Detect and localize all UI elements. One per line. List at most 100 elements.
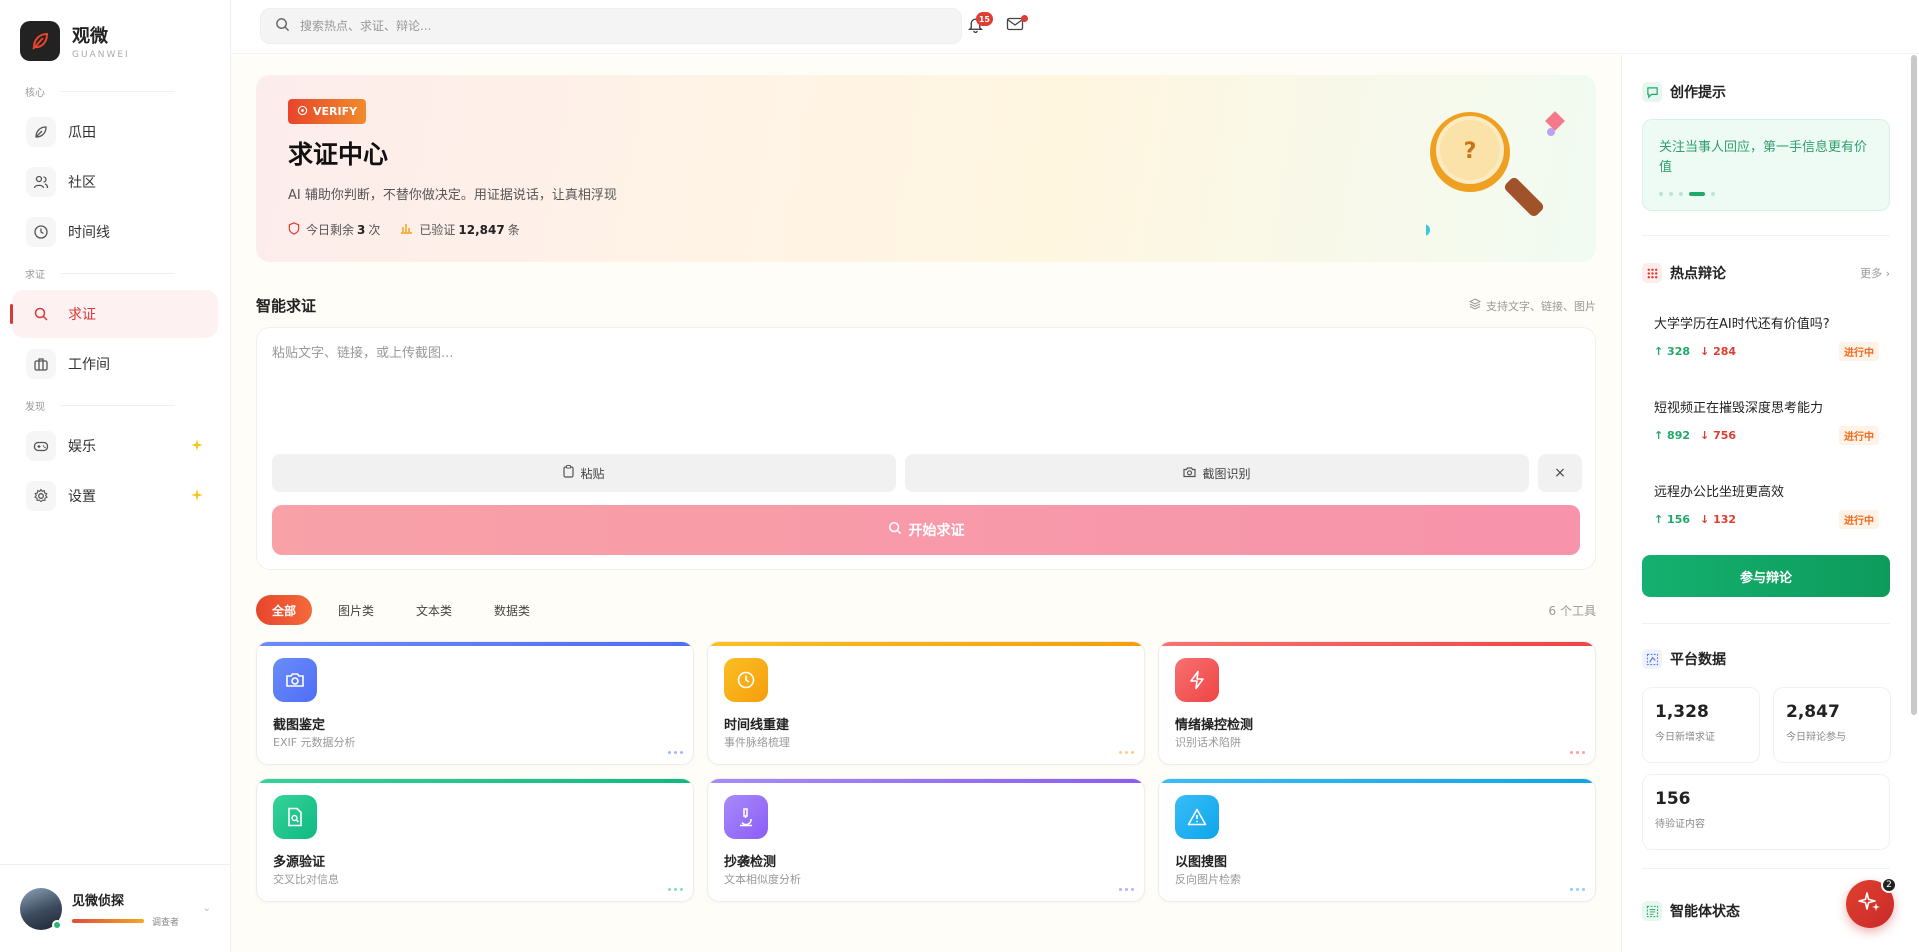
- debate-item[interactable]: 短视频正在摧毁深度思考能力 ↑ 892 ↓ 756 进行中: [1654, 397, 1879, 445]
- screenshot-ocr-label: 截图识别: [1202, 466, 1251, 481]
- search-icon: [275, 17, 290, 36]
- tip-carousel-dots[interactable]: [1659, 192, 1721, 196]
- debate-title: 大学学历在AI时代还有价值吗?: [1654, 317, 1830, 332]
- tab-data[interactable]: 数据类: [478, 595, 546, 625]
- tool-card-emotion-manipulation[interactable]: 情绪操控检测 识别话术陷阱: [1158, 641, 1596, 765]
- nav-item-label: 设置: [68, 489, 96, 505]
- lightning-icon: [1175, 658, 1219, 702]
- stat-card-new-verifications: 1,328 今日新增求证: [1642, 687, 1760, 763]
- user-profile[interactable]: 见微侦探 调查者 ⌄: [0, 864, 231, 952]
- hero-banner: VERIFY 求证中心 AI 辅助你判断，不替你做决定。用证据说话，让真相浮现 …: [256, 75, 1596, 262]
- online-status-dot: [52, 919, 62, 930]
- search-input[interactable]: [300, 19, 900, 33]
- app-subtitle: GUANWEI: [72, 50, 130, 60]
- platform-data-title: 平台数据: [1670, 652, 1726, 668]
- debate-title: 短视频正在摧毁深度思考能力: [1654, 401, 1824, 416]
- tool-name: 情绪操控检测: [1175, 718, 1254, 733]
- nav-item-community[interactable]: 社区: [12, 158, 218, 206]
- downvote-count: ↓ 756: [1700, 429, 1737, 442]
- tab-image[interactable]: 图片类: [322, 595, 390, 625]
- downvote-count: ↓ 284: [1700, 345, 1737, 358]
- nav-item-timeline[interactable]: 时间线: [12, 208, 218, 256]
- tool-accent-bar: [257, 642, 693, 646]
- tool-description: 文本相似度分析: [724, 873, 801, 886]
- remaining-value: 3: [357, 222, 366, 237]
- tool-card-timeline-rebuild[interactable]: 时间线重建 事件脉络梳理: [707, 641, 1145, 765]
- layers-icon: [1468, 298, 1482, 313]
- nav-item-workshop[interactable]: 工作间: [12, 340, 218, 388]
- nav-section-discover: 发现: [0, 398, 230, 414]
- main-content: VERIFY 求证中心 AI 辅助你判断，不替你做决定。用证据说话，让真相浮现 …: [231, 55, 1621, 952]
- shield-icon: [288, 221, 300, 238]
- tool-name: 截图鉴定: [273, 718, 326, 733]
- stat-card-pending: 156 待验证内容: [1642, 774, 1890, 850]
- notifications-button[interactable]: 15: [965, 12, 993, 36]
- tool-dots: [1567, 888, 1585, 891]
- messages-button[interactable]: [1005, 15, 1028, 36]
- tool-dots: [1567, 751, 1585, 754]
- hot-debates-header: 热点辩论 更多 ›: [1642, 263, 1890, 283]
- clipboard-icon: [563, 465, 575, 481]
- smart-verify-title: 智能求证: [256, 297, 317, 315]
- upvote-count: ↑ 328: [1654, 345, 1691, 358]
- tool-count: 6 个工具: [1548, 604, 1596, 618]
- tool-card-plagiarism[interactable]: 抄袭检测 文本相似度分析: [707, 778, 1145, 902]
- search-icon: [888, 521, 902, 539]
- more-debates-link[interactable]: 更多 ›: [1860, 265, 1890, 281]
- assistant-badge: 2: [1881, 877, 1897, 893]
- verify-textarea[interactable]: [272, 342, 1572, 442]
- creation-tips-header: 创作提示: [1642, 82, 1890, 102]
- debate-item[interactable]: 大学学历在AI时代还有价值吗? ↑ 328 ↓ 284 进行中: [1654, 313, 1879, 361]
- paste-button[interactable]: 粘贴: [272, 454, 896, 492]
- briefcase-icon: [26, 349, 56, 379]
- agent-status-title: 智能体状态: [1670, 904, 1740, 920]
- remaining-label: 今日剩余: [306, 223, 355, 237]
- user-name: 见微侦探: [72, 893, 125, 909]
- stat-value: 156: [1655, 789, 1691, 809]
- tab-text[interactable]: 文本类: [400, 595, 468, 625]
- join-debate-button[interactable]: 参与辩论: [1642, 555, 1890, 597]
- avatar: [20, 887, 62, 930]
- nav-item-verify[interactable]: 求证: [10, 290, 218, 338]
- tool-name: 时间线重建: [724, 718, 790, 733]
- target-icon: [297, 105, 308, 119]
- platform-data-header: 平台数据: [1642, 649, 1890, 669]
- tool-card-screenshot-forensics[interactable]: 截图鉴定 EXIF 元数据分析: [256, 641, 694, 765]
- tool-name: 多源验证: [273, 855, 326, 870]
- screenshot-ocr-button[interactable]: 截图识别: [905, 454, 1529, 492]
- tool-description: 交叉比对信息: [273, 873, 339, 886]
- scrollbar[interactable]: [1911, 55, 1917, 715]
- document-search-icon: [273, 795, 317, 839]
- warning-icon: [1175, 795, 1219, 839]
- tool-dots: [1116, 751, 1134, 754]
- clock-icon: [26, 217, 56, 247]
- chat-bubble-icon: [1642, 82, 1662, 102]
- tool-card-reverse-image[interactable]: 以图搜图 反向图片检索: [1158, 778, 1596, 902]
- status-badge: 进行中: [1839, 426, 1879, 445]
- tool-card-multi-source[interactable]: 多源验证 交叉比对信息: [256, 778, 694, 902]
- sparkle-icon: [190, 488, 204, 506]
- chevron-down-icon[interactable]: ⌄: [203, 903, 211, 914]
- tool-name: 抄袭检测: [724, 855, 777, 870]
- nav-item-entertainment[interactable]: 娱乐: [12, 422, 218, 470]
- app-name: 观微: [72, 26, 108, 47]
- remaining-stat: 今日剩余 3 次: [288, 221, 380, 238]
- sparkle-icon: [1858, 890, 1882, 918]
- ai-assistant-button[interactable]: 2: [1846, 877, 1897, 928]
- nav-item-guatian[interactable]: 瓜田: [12, 108, 218, 156]
- divider: [1642, 235, 1890, 236]
- user-level-bar: [72, 919, 144, 923]
- stat-label: 待验证内容: [1655, 819, 1705, 830]
- tab-all[interactable]: 全部: [256, 595, 313, 625]
- user-role: 调查者: [152, 917, 180, 928]
- right-panel: 创作提示 关注当事人回应，第一手信息更有价值 热点辩论 更多 › 大学学历在AI…: [1621, 55, 1919, 952]
- nav-item-label: 时间线: [68, 225, 110, 241]
- chart-grid-icon: [1642, 649, 1662, 669]
- logo-area[interactable]: 观微 GUANWEI: [0, 0, 230, 82]
- clear-button[interactable]: ×: [1538, 454, 1582, 492]
- svg-text:?: ?: [1464, 139, 1477, 164]
- search-bar[interactable]: [260, 8, 962, 44]
- nav-item-settings[interactable]: 设置: [12, 472, 218, 520]
- debate-item[interactable]: 远程办公比坐班更高效 ↑ 156 ↓ 132 进行中: [1654, 481, 1879, 529]
- start-verify-button[interactable]: 开始求证: [272, 505, 1580, 555]
